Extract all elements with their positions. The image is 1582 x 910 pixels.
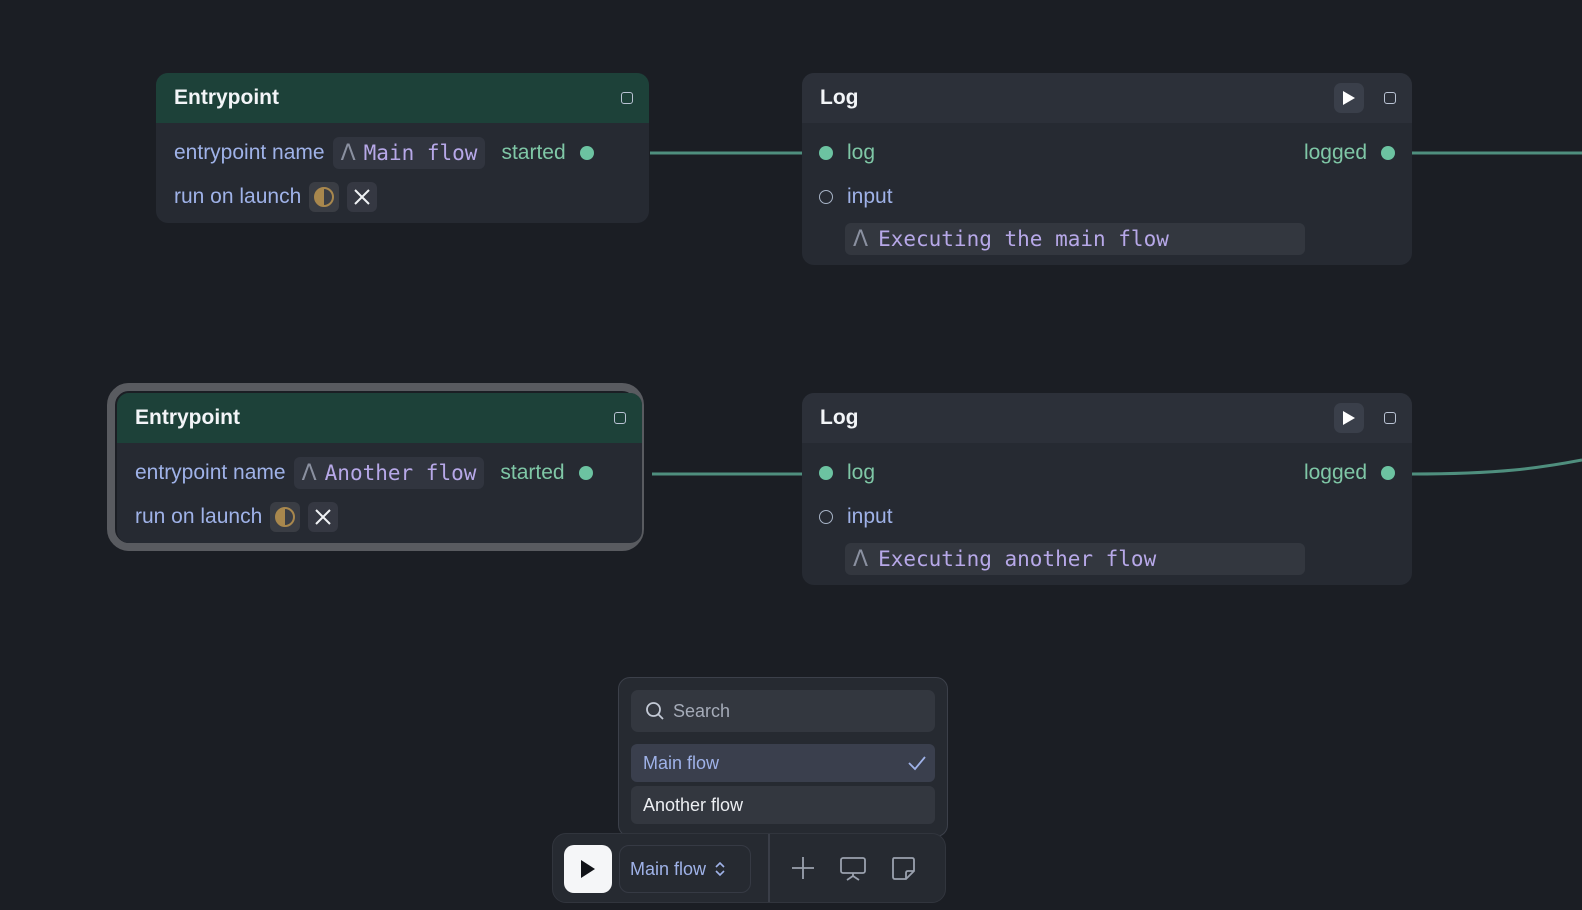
entrypoint-name-label: entrypoint name [135, 461, 286, 484]
select-checkbox-icon[interactable] [1384, 412, 1396, 424]
run-on-launch-row: run on launch [174, 181, 378, 213]
half-circle-toggle-icon [275, 507, 296, 527]
input-port[interactable] [819, 510, 833, 524]
clear-button[interactable] [308, 502, 339, 532]
entrypoint-name-field[interactable]: Ʌ Main flow [332, 137, 486, 169]
log-node-another[interactable]: Log log logged input Ʌ Executing another… [802, 393, 1412, 585]
node-header[interactable]: Entrypoint [156, 73, 649, 123]
run-flow-button[interactable] [564, 845, 612, 893]
flow-option-main[interactable]: Main flow [631, 744, 935, 782]
input-label: input [847, 505, 893, 528]
close-icon [354, 189, 370, 205]
logged-output-label: logged [1303, 141, 1367, 164]
flow-dropdown: Search Main flow Another flow [618, 677, 948, 837]
bottom-toolbar: Main flow [552, 833, 946, 903]
presentation-icon[interactable] [838, 854, 868, 882]
run-node-button[interactable] [1334, 403, 1364, 433]
play-icon [1343, 411, 1355, 425]
entrypoint-name-row: entrypoint name Ʌ Main flow started [174, 137, 594, 169]
plus-icon[interactable] [789, 854, 817, 882]
started-output-label: started [500, 461, 565, 484]
node-title: Log [820, 406, 859, 429]
node-header[interactable]: Entrypoint [117, 393, 642, 443]
log-message-field[interactable]: Ʌ Executing the main flow [845, 223, 1305, 255]
play-icon [581, 860, 595, 878]
toolbar-divider [768, 834, 770, 902]
run-on-launch-label: run on launch [174, 185, 302, 208]
started-output-port[interactable] [579, 146, 594, 160]
run-on-launch-row: run on launch [135, 501, 339, 533]
entrypoint-name-value: Another flow [324, 461, 477, 485]
log-message-value: Executing the main flow [878, 227, 1169, 251]
log-input-row: log [819, 457, 875, 489]
string-type-icon: Ʌ [340, 140, 356, 166]
started-output-label: started [501, 141, 566, 164]
log-input-row: log [819, 137, 875, 169]
entrypoint-name-value: Main flow [363, 141, 478, 165]
logged-output-port[interactable] [1381, 466, 1395, 480]
entrypoint-node-another[interactable]: Entrypoint entrypoint name Ʌ Another flo… [117, 393, 642, 543]
search-input[interactable]: Search [631, 690, 935, 732]
run-on-launch-label: run on launch [135, 505, 263, 528]
logged-output-port[interactable] [1381, 146, 1395, 160]
string-type-icon: Ʌ [853, 546, 869, 572]
chevron-updown-icon [715, 861, 725, 877]
select-checkbox-icon[interactable] [614, 412, 626, 424]
node-header[interactable]: Log [802, 73, 1412, 123]
logged-output-label: logged [1303, 461, 1367, 484]
log-node-main[interactable]: Log log logged input Ʌ Executing the mai… [802, 73, 1412, 265]
entrypoint-name-label: entrypoint name [174, 141, 325, 164]
log-input-label: log [847, 461, 876, 484]
log-message-value: Executing another flow [878, 547, 1157, 571]
flow-option-another[interactable]: Another flow [631, 786, 935, 824]
node-title: Entrypoint [174, 86, 279, 109]
log-message-field[interactable]: Ʌ Executing another flow [845, 543, 1305, 575]
flow-select[interactable]: Main flow [619, 845, 751, 893]
logged-output-row: logged [1304, 457, 1395, 489]
flow-select-label: Main flow [630, 858, 707, 879]
node-title: Entrypoint [135, 406, 240, 429]
started-output-port[interactable] [578, 466, 593, 480]
run-on-launch-toggle[interactable] [270, 502, 301, 532]
flow-option-label: Another flow [643, 794, 744, 815]
entrypoint-node-main[interactable]: Entrypoint entrypoint name Ʌ Main flow s… [156, 73, 649, 223]
search-placeholder: Search [673, 700, 731, 721]
log-input-port[interactable] [819, 466, 833, 480]
input-row: input [819, 181, 893, 213]
log-input-port[interactable] [819, 146, 833, 160]
log-input-label: log [847, 141, 876, 164]
select-checkbox-icon[interactable] [1384, 92, 1396, 104]
clear-button[interactable] [347, 182, 378, 212]
node-header[interactable]: Log [802, 393, 1412, 443]
entrypoint-name-field[interactable]: Ʌ Another flow [293, 457, 485, 489]
entrypoint-name-row: entrypoint name Ʌ Another flow started [135, 457, 593, 489]
input-label: input [847, 185, 893, 208]
search-icon [646, 702, 664, 720]
run-on-launch-toggle[interactable] [309, 182, 340, 212]
close-icon [315, 509, 331, 525]
run-node-button[interactable] [1334, 83, 1364, 113]
select-checkbox-icon[interactable] [621, 92, 633, 104]
play-icon [1343, 91, 1355, 105]
half-circle-toggle-icon [314, 187, 335, 207]
logged-output-row: logged [1304, 137, 1395, 169]
string-type-icon: Ʌ [301, 460, 317, 486]
input-row: input [819, 501, 893, 533]
node-title: Log [820, 86, 859, 109]
flow-option-label: Main flow [643, 752, 720, 773]
wire-log2-out [1411, 458, 1582, 476]
input-port[interactable] [819, 190, 833, 204]
check-icon [908, 756, 926, 771]
sticky-note-icon[interactable] [889, 854, 917, 882]
string-type-icon: Ʌ [853, 226, 869, 252]
